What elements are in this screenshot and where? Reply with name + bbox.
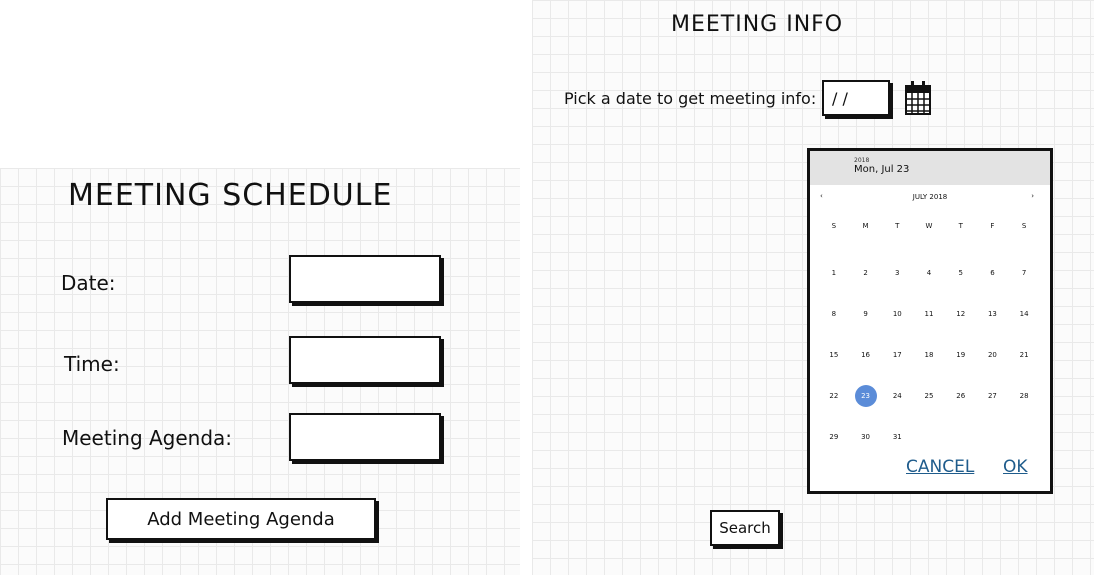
calendar-day[interactable]: 11 [913, 293, 945, 334]
day-number: 14 [1019, 309, 1029, 318]
time-label: Time: [64, 352, 120, 376]
selected-day[interactable]: 23 [850, 375, 882, 416]
calendar-day[interactable]: 25 [913, 375, 945, 416]
calendar-day[interactable]: 29 [818, 416, 850, 457]
month-label: JULY 2018 [912, 193, 948, 201]
calendar-day[interactable]: 15 [818, 334, 850, 375]
calendar-icon[interactable] [904, 80, 932, 116]
time-field[interactable] [289, 336, 441, 384]
date-picker: 2018 Mon, Jul 23 ‹ JULY 2018 › SMTWTFS 1… [807, 148, 1053, 494]
meeting-schedule-panel: MEETING SCHEDULE Date: Time: Meeting Age… [0, 168, 520, 575]
meeting-info-title: MEETING INFO [671, 12, 844, 37]
day-number: 12 [956, 309, 966, 318]
calendar-day[interactable]: 24 [881, 375, 913, 416]
calendar-day[interactable]: 7 [1008, 252, 1040, 293]
meeting-agenda-label: Meeting Agenda: [62, 426, 233, 450]
add-meeting-agenda-button[interactable]: Add Meeting Agenda [106, 498, 376, 540]
day-number: 31 [892, 432, 902, 441]
date-field[interactable] [289, 255, 441, 303]
day-number: 11 [924, 309, 934, 318]
calendar-day[interactable]: 16 [850, 334, 882, 375]
meeting-date-input[interactable]: / / [822, 80, 890, 116]
calendar-day[interactable]: 17 [881, 334, 913, 375]
cancel-button[interactable]: CANCEL [906, 457, 974, 477]
day-number: 18 [924, 350, 934, 359]
calendar-day[interactable]: 27 [977, 375, 1009, 416]
date-picker-year[interactable]: 2018 [854, 157, 869, 164]
day-number: 9 [863, 309, 868, 318]
day-number: 30 [861, 432, 871, 441]
day-number: 27 [987, 391, 997, 400]
day-number: 15 [829, 350, 839, 359]
weekday-label: T [958, 222, 963, 230]
calendar-day[interactable]: 28 [1008, 375, 1040, 416]
weekday-label: S [1021, 222, 1027, 230]
day-number: 26 [956, 391, 966, 400]
ok-button[interactable]: OK [1003, 457, 1028, 477]
weekday-label: S [831, 222, 837, 230]
day-number: 3 [895, 268, 900, 277]
month-navigation: ‹ JULY 2018 › [810, 185, 1050, 209]
meeting-info-panel: MEETING INFO Pick a date to get meeting … [532, 0, 1094, 575]
day-grid: 1 2 3 4 5 6 7 8 9 10 11 12 13 14 15 16 17 18 19 20 21 22 23 24 2… [818, 252, 1040, 457]
day-number: 5 [958, 268, 963, 277]
calendar-day[interactable]: 13 [977, 293, 1009, 334]
day-number: 1 [831, 268, 837, 277]
next-month-chevron-icon[interactable]: › [1031, 192, 1034, 200]
pick-date-label: Pick a date to get meeting info: [564, 89, 817, 108]
weekday-label: T [895, 222, 900, 230]
day-number: 8 [831, 309, 837, 318]
calendar-day[interactable]: 31 [881, 416, 913, 457]
day-number: 2 [863, 268, 868, 277]
calendar-day[interactable]: 19 [945, 334, 977, 375]
calendar-day[interactable]: 5 [945, 252, 977, 293]
calendar-day[interactable]: 2 [850, 252, 882, 293]
day-number: 22 [829, 391, 839, 400]
day-number: 4 [926, 268, 932, 277]
search-button[interactable]: Search [710, 510, 780, 546]
calendar-day[interactable]: 30 [850, 416, 882, 457]
calendar-day[interactable]: 3 [881, 252, 913, 293]
calendar-day[interactable]: 12 [945, 293, 977, 334]
day-number: 7 [1021, 268, 1027, 277]
day-number: 23 [854, 384, 877, 407]
weekday-label: F [990, 222, 995, 230]
calendar-day[interactable]: 10 [881, 293, 913, 334]
calendar-day[interactable]: 22 [818, 375, 850, 416]
calendar-day[interactable]: 14 [1008, 293, 1040, 334]
calendar-day[interactable]: 21 [1008, 334, 1040, 375]
calendar-day[interactable]: 26 [945, 375, 977, 416]
weekday-header-row: SMTWTFS [818, 211, 1040, 241]
day-number: 6 [990, 268, 995, 277]
calendar-day[interactable]: 20 [977, 334, 1009, 375]
calendar-day[interactable]: 1 [818, 252, 850, 293]
calendar-day[interactable]: 8 [818, 293, 850, 334]
day-number: 28 [1019, 391, 1029, 400]
day-number: 13 [987, 309, 997, 318]
calendar-day[interactable]: 4 [913, 252, 945, 293]
day-number: 10 [892, 309, 902, 318]
day-number: 25 [924, 391, 934, 400]
date-label: Date: [61, 271, 116, 295]
calendar-day[interactable]: 18 [913, 334, 945, 375]
calendar-day[interactable]: 6 [977, 252, 1009, 293]
date-picker-selected-date: Mon, Jul 23 [854, 164, 910, 175]
day-number: 24 [892, 391, 902, 400]
day-number: 29 [829, 432, 839, 441]
weekday-label: W [925, 222, 933, 230]
day-number: 16 [861, 350, 871, 359]
day-number: 21 [1019, 350, 1029, 359]
day-number: 19 [956, 350, 966, 359]
day-number: 20 [987, 350, 997, 359]
weekday-label: M [862, 222, 869, 230]
meeting-agenda-field[interactable] [289, 413, 441, 461]
meeting-schedule-title: MEETING SCHEDULE [68, 178, 393, 213]
day-number: 17 [892, 350, 902, 359]
calendar-day[interactable]: 9 [850, 293, 882, 334]
date-picker-header: 2018 Mon, Jul 23 [810, 151, 1050, 185]
